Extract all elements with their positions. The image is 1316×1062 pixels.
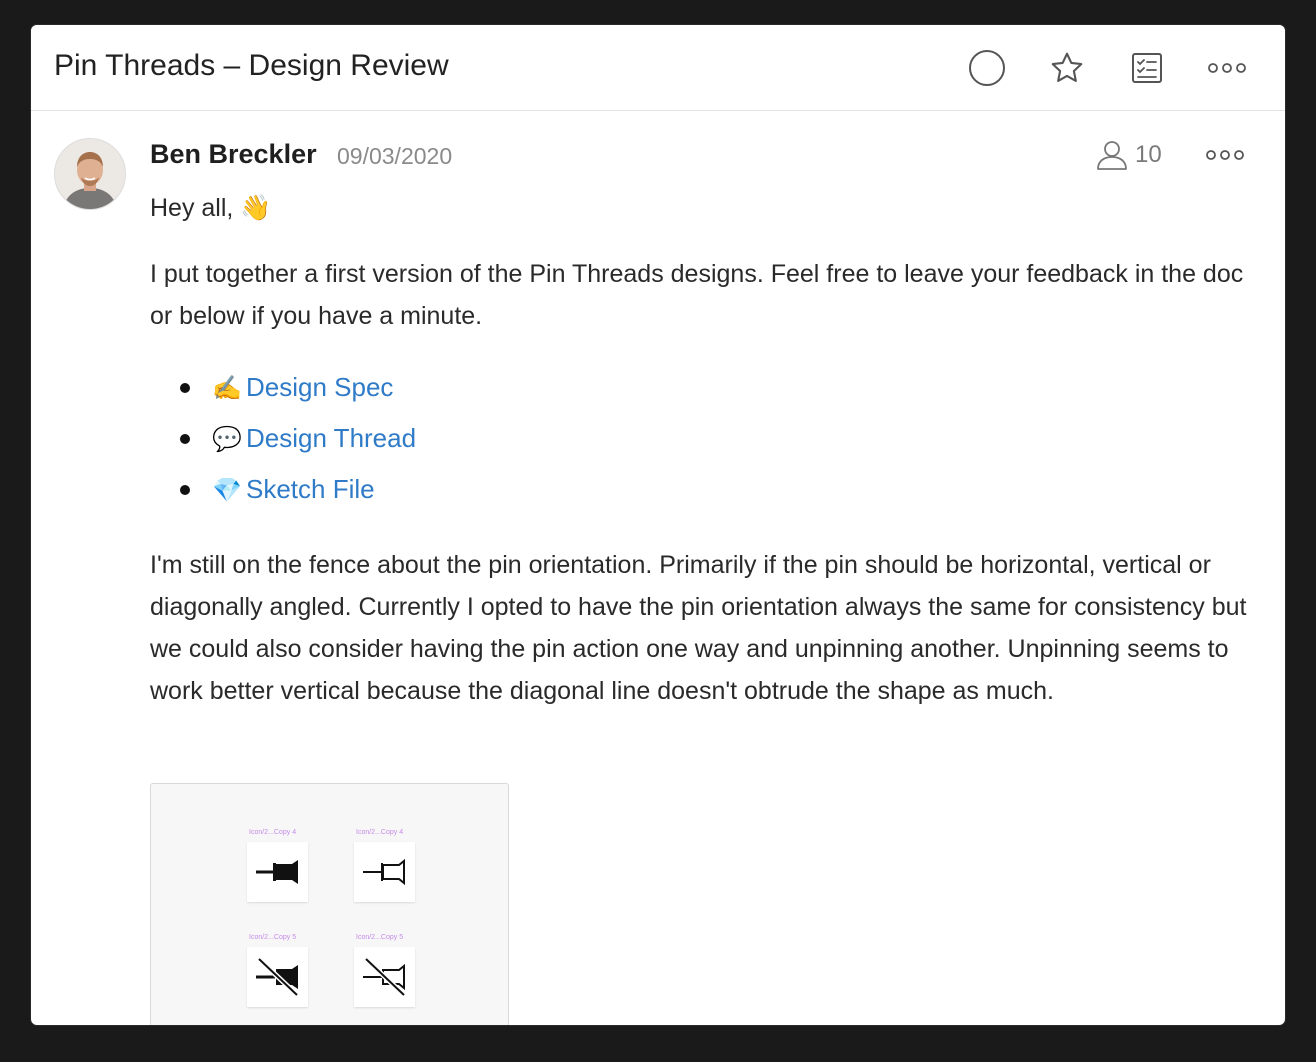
greeting-text: Hey all, 👋 [150,194,272,222]
title-bar: Pin Threads – Design Review [31,25,1285,111]
person-icon [1097,141,1127,170]
message-body: Hey all, 👋 I put together a first versio… [150,187,1261,712]
image-attachment[interactable]: Icon/2...Copy 4 Icon/2...Copy 4 Icon/2..… [150,783,509,1025]
paragraph-text: I'm still on the fence about the pin ori… [150,551,1247,705]
list-item: 💬 Design Thread [180,418,1261,469]
unpin-outline-tile [354,947,415,1007]
message: Ben Breckler 09/03/2020 10 Hey all, 👋 I … [31,111,1285,1025]
unpin-outline-icon [362,957,406,997]
unpin-filled-icon [255,957,299,997]
pin-filled-icon [255,860,298,884]
circle-icon [969,50,1005,86]
writing-hand-icon: ✍️ [212,375,242,402]
unpin-filled-tile [247,947,308,1007]
list-item: ✍️ Design Spec [180,367,1261,418]
design-thread-link[interactable]: Design Thread [246,423,416,453]
avatar-image [55,139,125,209]
gem-icon: 💎 [212,477,242,504]
icon-label: Icon/2...Copy 4 [249,829,297,836]
icon-label: Icon/2...Copy 5 [356,934,404,941]
link-list: ✍️ Design Spec 💬 Design Thread 💎 Sketch Fil… [150,367,1261,520]
more-icon [1208,63,1246,73]
participants-button[interactable]: 10 [1095,135,1162,175]
checklist-button[interactable] [1124,45,1170,91]
more-options-button[interactable] [1204,45,1250,91]
participants-count: 10 [1135,141,1162,168]
icon-label: Icon/2...Copy 5 [249,934,297,941]
avatar[interactable] [54,138,126,210]
more-icon [1206,150,1244,160]
list-item: 💎 Sketch File [180,469,1261,520]
mark-done-button[interactable] [964,45,1010,91]
speech-bubble-icon: 💬 [212,426,242,453]
message-date: 09/03/2020 [337,143,453,169]
paragraph-text: I put together a first version of the Pi… [150,260,1244,330]
pin-outline-tile [354,842,415,902]
sketch-file-link[interactable]: Sketch File [246,474,375,504]
icon-label: Icon/2...Copy 4 [356,829,404,836]
checklist-icon [1132,53,1162,83]
star-icon [1051,52,1083,82]
pin-outline-icon [362,858,405,886]
pin-filled-tile [247,842,308,902]
thread-window: Pin Threads – Design Review Ben Breckler… [31,25,1285,1025]
star-button[interactable] [1044,45,1090,91]
thread-title: Pin Threads – Design Review [54,49,449,82]
design-spec-link[interactable]: Design Spec [246,372,393,402]
message-more-button[interactable] [1201,135,1249,175]
author-name[interactable]: Ben Breckler [150,139,317,170]
